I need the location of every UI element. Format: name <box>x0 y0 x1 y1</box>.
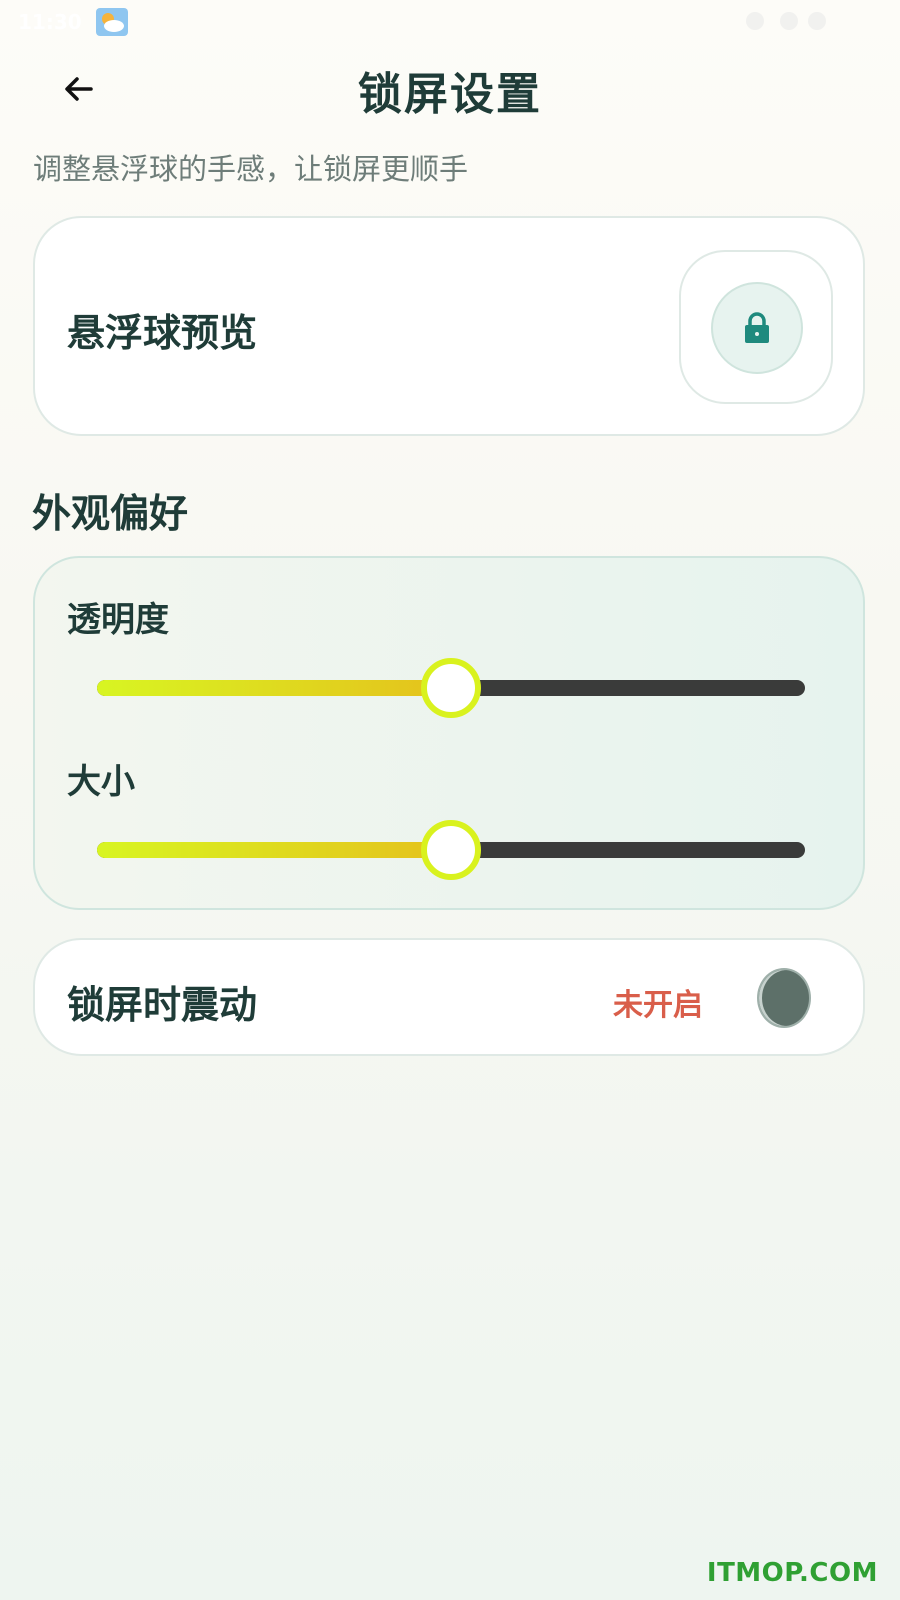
preview-label: 悬浮球预览 <box>67 311 258 355</box>
slider-thumb[interactable] <box>421 820 481 880</box>
status-time: 11:30 <box>18 10 82 34</box>
size-slider[interactable] <box>97 820 805 880</box>
watermark: ITMOP.COM <box>706 1558 878 1588</box>
battery-icon <box>808 12 826 30</box>
section-title-appearance: 外观偏好 <box>32 492 189 537</box>
slider-thumb[interactable] <box>421 658 481 718</box>
lock-icon <box>745 312 769 343</box>
vibration-label: 锁屏时震动 <box>67 983 258 1027</box>
opacity-label: 透明度 <box>67 600 169 640</box>
toggle-knob <box>757 968 811 1028</box>
slider-fill <box>97 680 451 696</box>
vibration-card[interactable]: 锁屏时震动 未开启 <box>33 938 865 1056</box>
notification-icon <box>746 12 764 30</box>
status-icons <box>746 12 856 32</box>
size-label: 大小 <box>67 762 135 802</box>
opacity-slider[interactable] <box>97 658 805 718</box>
page-title: 锁屏设置 <box>358 69 542 120</box>
floating-ball-preview-frame <box>679 250 833 404</box>
appearance-card: 透明度 大小 <box>33 556 865 910</box>
floating-ball-preview-card: 悬浮球预览 <box>33 216 865 436</box>
slider-fill <box>97 842 451 858</box>
floating-ball-preview[interactable] <box>711 282 803 374</box>
vibration-status: 未开启 <box>613 988 703 1023</box>
vibration-toggle[interactable] <box>757 968 813 1028</box>
signal-icon <box>780 12 798 30</box>
partly-cloudy-icon <box>96 8 128 36</box>
page-subtitle: 调整悬浮球的手感，让锁屏更顺手 <box>33 152 469 186</box>
status-bar: 11:30 <box>0 0 900 44</box>
